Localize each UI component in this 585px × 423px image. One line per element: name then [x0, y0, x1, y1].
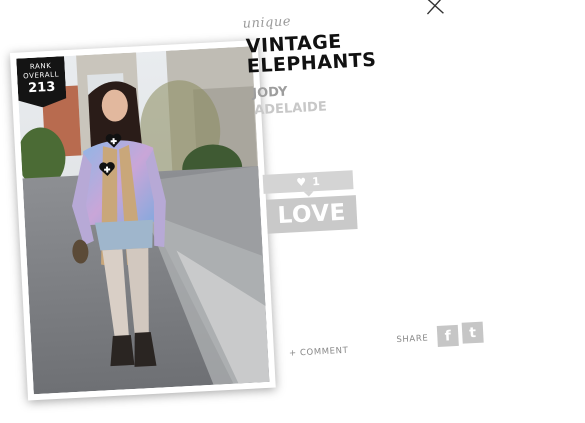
heart-plus-icon: [99, 162, 115, 177]
facebook-icon: f: [444, 328, 452, 345]
close-button[interactable]: [423, 0, 446, 17]
love-count-badge: ♥ 1: [262, 170, 354, 194]
author-location: ADELAIDE: [253, 99, 328, 119]
author-name[interactable]: JODY: [252, 85, 288, 102]
add-to-favorites-hotspot[interactable]: [104, 131, 123, 150]
category-tag: unique: [242, 14, 292, 32]
love-count: 1: [311, 174, 321, 189]
photo-card: RANK OVERALL 213: [9, 40, 276, 401]
love-button[interactable]: LOVE: [265, 195, 358, 234]
rank-value: 213: [27, 79, 56, 97]
share-label: SHARE: [396, 333, 429, 346]
look-title: VINTAGE ELEPHANTS: [245, 30, 377, 78]
add-comment-link[interactable]: + COMMENT: [289, 346, 349, 359]
look-modal: RANK OVERALL 213 unique VINTAGE ELEPHANT…: [0, 0, 585, 423]
heart-icon: ♥: [295, 175, 307, 190]
add-to-favorites-hotspot[interactable]: [98, 160, 117, 179]
twitter-share-button[interactable]: t: [461, 321, 484, 344]
close-icon: [426, 0, 444, 15]
rank-badge: RANK OVERALL 213: [16, 56, 67, 108]
twitter-icon: t: [468, 324, 477, 342]
facebook-share-button[interactable]: f: [436, 324, 459, 347]
heart-plus-icon: [105, 133, 122, 148]
